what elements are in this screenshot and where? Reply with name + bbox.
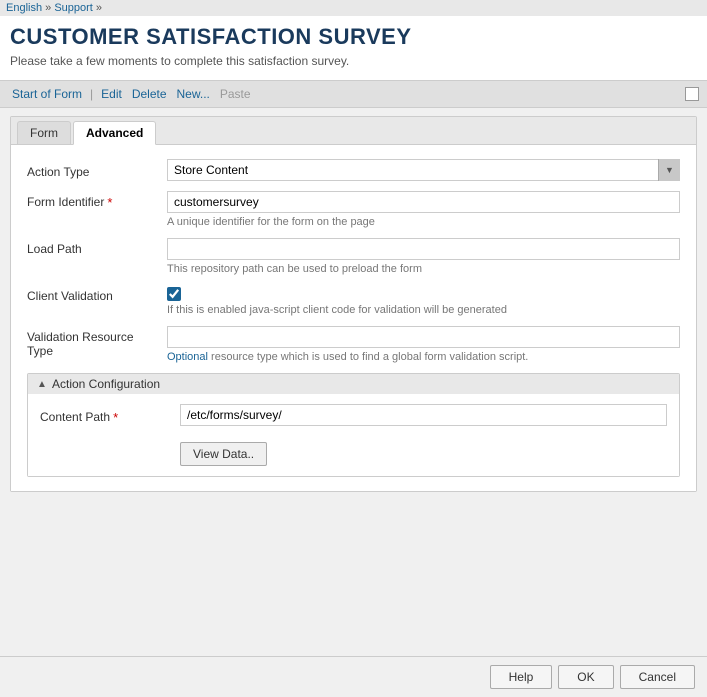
- tab-content-advanced: Action Type Store Content Redirect Scrip…: [11, 145, 696, 491]
- content-path-label: Content Path *: [40, 406, 180, 425]
- content-path-row: Content Path *: [40, 404, 667, 426]
- toolbar-start-of-form[interactable]: Start of Form: [8, 85, 86, 103]
- toolbar-delete[interactable]: Delete: [128, 85, 171, 103]
- action-type-label: Action Type: [27, 161, 167, 179]
- page-subtitle: Please take a few moments to complete th…: [10, 54, 697, 74]
- form-identifier-row: Form Identifier * A unique identifier fo…: [27, 191, 680, 228]
- toolbar-sep1: |: [88, 87, 95, 101]
- form-identifier-hint: A unique identifier for the form on the …: [167, 216, 680, 228]
- tab-advanced[interactable]: Advanced: [73, 121, 156, 145]
- client-validation-row: Client Validation If this is enabled jav…: [27, 285, 680, 316]
- ok-button[interactable]: OK: [558, 665, 613, 689]
- client-validation-hint: If this is enabled java-script client co…: [167, 304, 680, 316]
- validation-resource-input[interactable]: [167, 326, 680, 348]
- load-path-label: Load Path: [27, 238, 167, 256]
- load-path-input[interactable]: [167, 238, 680, 260]
- breadcrumb-sep1: »: [45, 2, 51, 14]
- toolbar: Start of Form | Edit Delete New... Paste: [0, 80, 707, 108]
- required-star-identifier: *: [107, 195, 112, 210]
- toolbar-paste: Paste: [216, 85, 255, 103]
- action-config-header[interactable]: ▲ Action Configuration: [28, 374, 679, 394]
- toolbar-checkbox[interactable]: [685, 87, 699, 101]
- help-button[interactable]: Help: [490, 665, 553, 689]
- breadcrumb-sep2: »: [96, 2, 102, 14]
- validation-resource-row: Validation Resource Type Optional resour…: [27, 326, 680, 363]
- validation-resource-label: Validation Resource Type: [27, 326, 167, 358]
- tab-form[interactable]: Form: [17, 121, 71, 144]
- load-path-hint: This repository path can be used to prel…: [167, 263, 680, 275]
- form-identifier-label: Form Identifier *: [27, 191, 167, 210]
- client-validation-wrapper: [167, 285, 680, 301]
- cancel-button[interactable]: Cancel: [620, 665, 695, 689]
- view-data-wrapper: View Data..: [40, 436, 667, 466]
- load-path-field: This repository path can be used to prel…: [167, 238, 680, 275]
- validation-resource-hint: Optional resource type which is used to …: [167, 351, 680, 363]
- page-header: CUSTOMER SATISFACTION SURVEY Please take…: [0, 16, 707, 80]
- action-type-field: Store Content Redirect Script: [167, 159, 680, 181]
- top-bar: English » Support »: [0, 0, 707, 16]
- action-type-select-wrapper: Store Content Redirect Script: [167, 159, 680, 181]
- validation-resource-hint-rest: resource type which is used to find a gl…: [208, 351, 528, 363]
- toolbar-edit[interactable]: Edit: [97, 85, 126, 103]
- form-identifier-input[interactable]: [167, 191, 680, 213]
- toolbar-new[interactable]: New...: [173, 85, 214, 103]
- client-validation-field: If this is enabled java-script client co…: [167, 285, 680, 316]
- action-config-section: ▲ Action Configuration Content Path *: [27, 373, 680, 477]
- action-type-select[interactable]: Store Content Redirect Script: [167, 159, 680, 181]
- required-star-content: *: [113, 410, 118, 425]
- client-validation-label: Client Validation: [27, 285, 167, 303]
- tab-container: Form Advanced Action Type Store Content …: [10, 116, 697, 492]
- optional-link: Optional: [167, 351, 208, 363]
- breadcrumb-support[interactable]: Support: [54, 2, 93, 14]
- action-config-title: Action Configuration: [52, 377, 160, 391]
- form-identifier-field: A unique identifier for the form on the …: [167, 191, 680, 228]
- breadcrumb-english[interactable]: English: [6, 2, 42, 14]
- load-path-row: Load Path This repository path can be us…: [27, 238, 680, 275]
- tab-bar: Form Advanced: [11, 117, 696, 145]
- main-content: Form Advanced Action Type Store Content …: [0, 108, 707, 500]
- page-title: CUSTOMER SATISFACTION SURVEY: [10, 24, 697, 50]
- content-path-input[interactable]: [180, 404, 667, 426]
- page-footer: Help OK Cancel: [0, 656, 707, 697]
- action-config-body: Content Path * View Data..: [28, 394, 679, 476]
- collapse-icon: ▲: [36, 378, 48, 390]
- content-path-field: [180, 404, 667, 426]
- client-validation-checkbox[interactable]: [167, 287, 181, 301]
- validation-resource-field: Optional resource type which is used to …: [167, 326, 680, 363]
- action-type-row: Action Type Store Content Redirect Scrip…: [27, 159, 680, 181]
- view-data-button[interactable]: View Data..: [180, 442, 267, 466]
